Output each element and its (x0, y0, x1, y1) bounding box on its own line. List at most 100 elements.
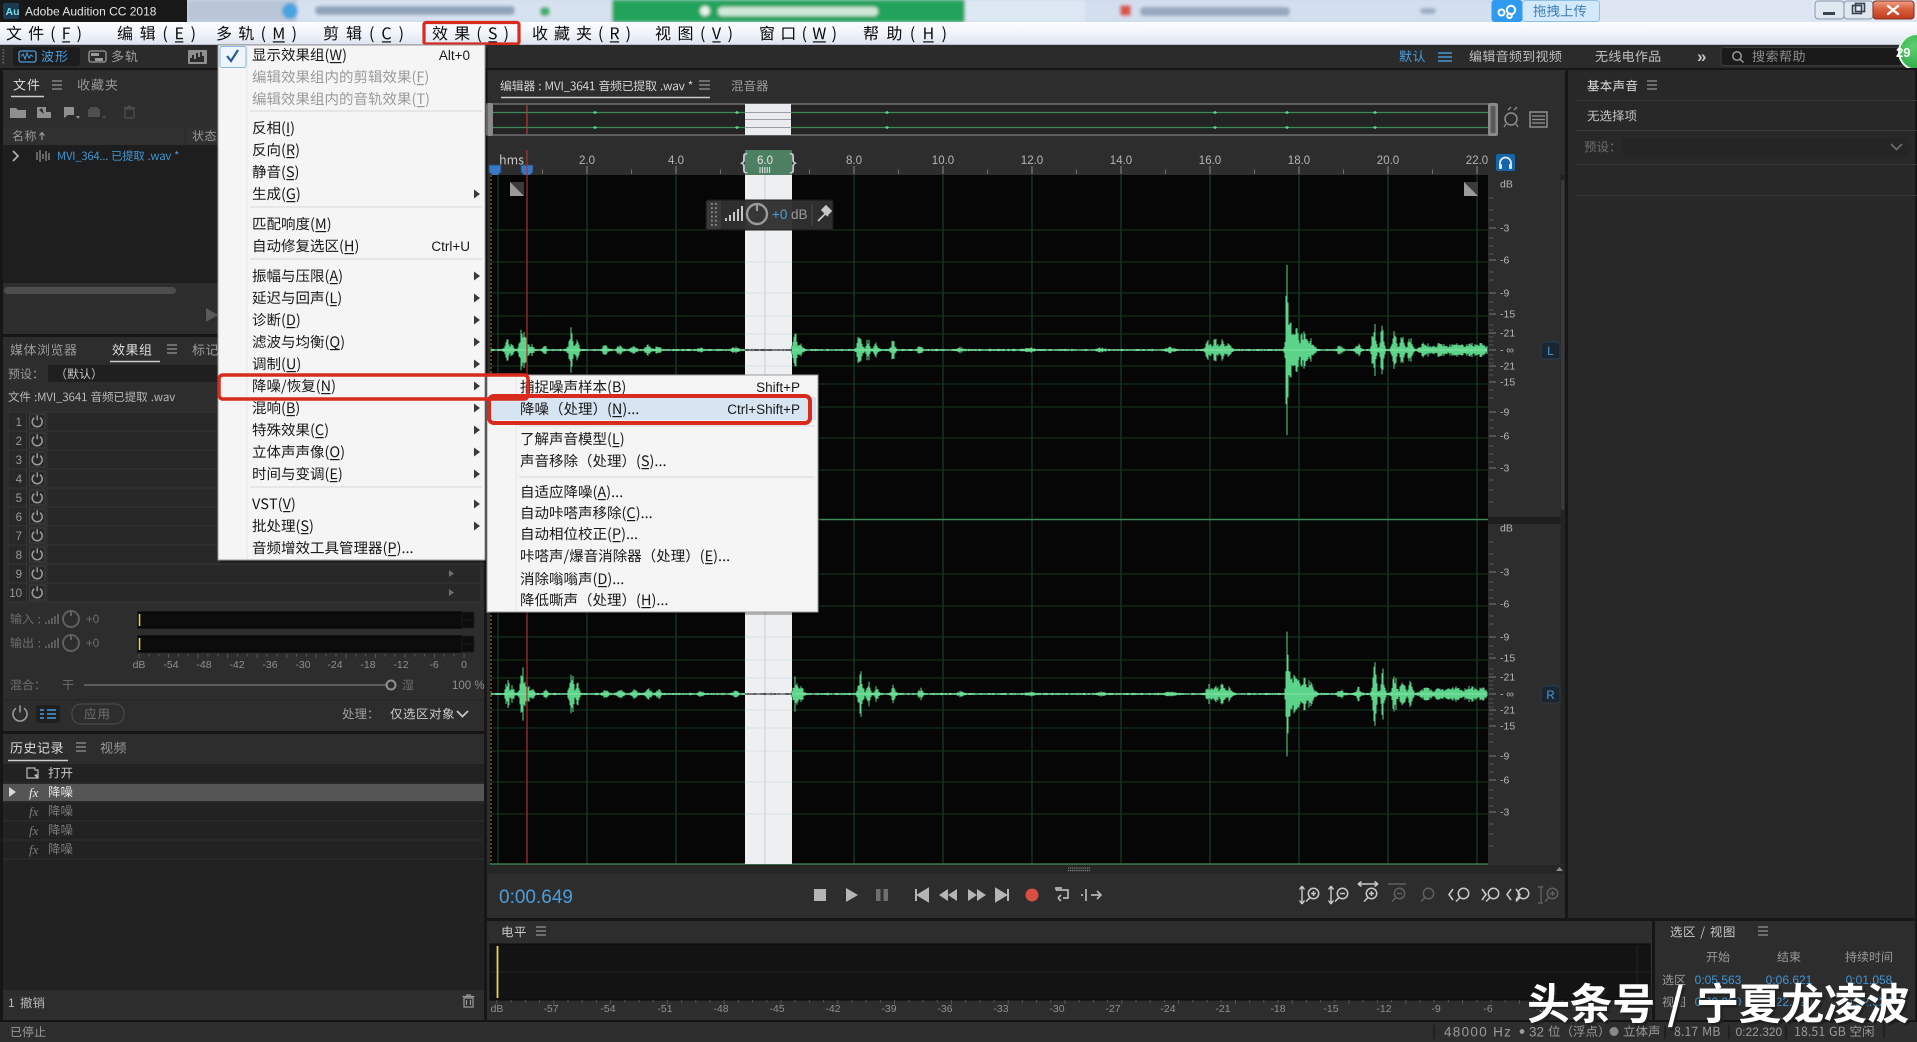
svg-text:L: L (1547, 346, 1554, 358)
svg-text:12.0: 12.0 (1021, 155, 1043, 167)
svg-text:-42: -42 (229, 659, 244, 671)
svg-text:-15: -15 (1500, 309, 1515, 321)
svg-text:R: R (1546, 690, 1554, 702)
svg-text:Au: Au (6, 6, 20, 18)
svg-text:-51: -51 (657, 1003, 672, 1015)
svg-text:{: { (740, 149, 747, 174)
svg-text:-9: -9 (1500, 751, 1509, 763)
svg-text:-15: -15 (1323, 1003, 1338, 1015)
svg-text:-3: -3 (1500, 223, 1509, 235)
svg-text:}: } (789, 149, 796, 174)
svg-text:8.0: 8.0 (846, 155, 862, 167)
svg-text:-21: -21 (1215, 1003, 1230, 1015)
svg-text:20.0: 20.0 (1377, 155, 1399, 167)
svg-text:- ∞: - ∞ (1500, 689, 1514, 701)
svg-text:Adobe Audition CC 2018: Adobe Audition CC 2018 (25, 5, 157, 19)
svg-text:-36: -36 (262, 659, 277, 671)
svg-text:-15: -15 (1500, 377, 1515, 389)
svg-text:0: 0 (461, 659, 467, 671)
svg-text:dB: dB (133, 659, 146, 671)
svg-text:-6: -6 (429, 659, 438, 671)
svg-text:-48: -48 (713, 1003, 728, 1015)
svg-text:-3: -3 (1500, 807, 1509, 819)
svg-text:-30: -30 (1049, 1003, 1064, 1015)
svg-text:-30: -30 (295, 659, 310, 671)
svg-text:-3: -3 (1500, 463, 1509, 475)
svg-text:-27: -27 (1105, 1003, 1120, 1015)
svg-text:+0: +0 (86, 638, 99, 650)
svg-text:48000 Hz: 48000 Hz (1444, 1025, 1512, 1040)
svg-text:9: 9 (16, 569, 22, 581)
svg-text:»: » (1697, 47, 1706, 66)
svg-text:29: 29 (1896, 45, 1910, 60)
svg-text:fx: fx (29, 804, 39, 819)
svg-text:-36: -36 (937, 1003, 952, 1015)
svg-text:Ctrl+Shift+P: Ctrl+Shift+P (727, 402, 800, 417)
svg-text:7: 7 (16, 531, 22, 543)
svg-text:-42: -42 (825, 1003, 840, 1015)
svg-text:dB: dB (491, 1003, 504, 1015)
svg-text:6.0: 6.0 (757, 155, 773, 167)
svg-text:10: 10 (9, 588, 22, 600)
svg-text:-24: -24 (1160, 1003, 1175, 1015)
svg-text:5: 5 (16, 493, 22, 505)
svg-text:-12: -12 (1376, 1003, 1391, 1015)
svg-text:-9: -9 (1500, 632, 1509, 644)
svg-text:-3: -3 (1500, 567, 1509, 579)
svg-text:0:00.649: 0:00.649 (499, 887, 573, 908)
svg-text:1: 1 (16, 417, 22, 429)
svg-text:-6: -6 (1500, 775, 1509, 787)
svg-text:16.0: 16.0 (1199, 155, 1221, 167)
svg-text:6: 6 (16, 512, 22, 524)
svg-text:dB: dB (1500, 523, 1513, 535)
svg-text:-6: -6 (1483, 1003, 1492, 1015)
svg-text:-9: -9 (1431, 1003, 1440, 1015)
svg-text:3: 3 (16, 455, 22, 467)
svg-text:2: 2 (16, 436, 22, 448)
svg-text:-6: -6 (1500, 599, 1509, 611)
svg-text:-21: -21 (1500, 361, 1515, 373)
svg-text:4: 4 (16, 474, 23, 486)
svg-text:14.0: 14.0 (1110, 155, 1132, 167)
svg-text:Alt+0: Alt+0 (439, 48, 470, 63)
svg-text:-12: -12 (393, 659, 408, 671)
svg-text:-33: -33 (993, 1003, 1008, 1015)
svg-text:2.0: 2.0 (579, 155, 595, 167)
svg-text:fx: fx (29, 842, 39, 857)
svg-text:- ∞: - ∞ (1500, 345, 1514, 357)
svg-text:-15: -15 (1500, 721, 1515, 733)
svg-text:-45: -45 (769, 1003, 784, 1015)
svg-text:-39: -39 (881, 1003, 896, 1015)
svg-text:Shift+P: Shift+P (756, 380, 800, 395)
svg-text:-18: -18 (1270, 1003, 1285, 1015)
svg-text:dB: dB (1500, 179, 1513, 191)
svg-text:-21: -21 (1500, 328, 1515, 340)
svg-text:dB: dB (791, 207, 808, 222)
svg-text:4.0: 4.0 (668, 155, 684, 167)
svg-text:-6: -6 (1500, 255, 1509, 267)
svg-text:-54: -54 (600, 1003, 615, 1015)
svg-text:-18: -18 (360, 659, 375, 671)
svg-text:-57: -57 (543, 1003, 558, 1015)
svg-text:1: 1 (8, 996, 15, 1010)
svg-text:fx: fx (29, 823, 39, 838)
svg-text:-6: -6 (1500, 431, 1509, 443)
svg-text:10.0: 10.0 (932, 155, 954, 167)
svg-text:32: 32 (1529, 1025, 1544, 1040)
svg-text:fx: fx (29, 785, 39, 800)
svg-text:-21: -21 (1500, 672, 1515, 684)
svg-text:0:22.320: 0:22.320 (1736, 1025, 1783, 1039)
svg-text:-9: -9 (1500, 407, 1509, 419)
svg-text:-21: -21 (1500, 705, 1515, 717)
svg-text:Ctrl+U: Ctrl+U (431, 239, 470, 254)
svg-text:-24: -24 (327, 659, 342, 671)
svg-text:+0: +0 (86, 614, 99, 626)
svg-text:-54: -54 (163, 659, 178, 671)
svg-text:22.0: 22.0 (1466, 155, 1488, 167)
svg-text:18.0: 18.0 (1288, 155, 1310, 167)
svg-text:-48: -48 (196, 659, 211, 671)
svg-text:-9: -9 (1500, 288, 1509, 300)
svg-text:100 %: 100 % (452, 680, 485, 692)
svg-text:+0: +0 (772, 207, 787, 222)
svg-text:-15: -15 (1500, 653, 1515, 665)
